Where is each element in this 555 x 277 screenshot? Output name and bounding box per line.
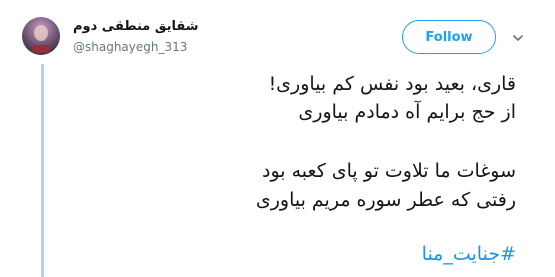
tweet-line: سوغات ما تلاوت تو پای کعبه بود: [262, 160, 516, 182]
chevron-down-icon[interactable]: [511, 31, 525, 45]
tweet-line: از حج برایم آه دمادم بیاوری: [298, 101, 516, 123]
avatar-detail: [32, 45, 50, 53]
hashtag-link[interactable]: #جنایت_منا: [422, 240, 516, 268]
avatar[interactable]: [22, 17, 60, 55]
author-display-name[interactable]: شقایق منطقی دوم: [73, 19, 198, 34]
avatar-face: [34, 25, 48, 41]
thread-line: [41, 64, 44, 277]
tweet-line: قاری، بعید بود نفس کم بیاوری!: [268, 73, 516, 95]
tweet-card: شقایق منطقی دوم @shaghayegh_313 Follow ق…: [0, 0, 555, 277]
follow-button[interactable]: Follow: [402, 20, 496, 54]
author-handle[interactable]: @shaghayegh_313: [73, 40, 187, 54]
tweet-line: رفتی که عطر سوره مریم بیاوری: [255, 189, 516, 211]
